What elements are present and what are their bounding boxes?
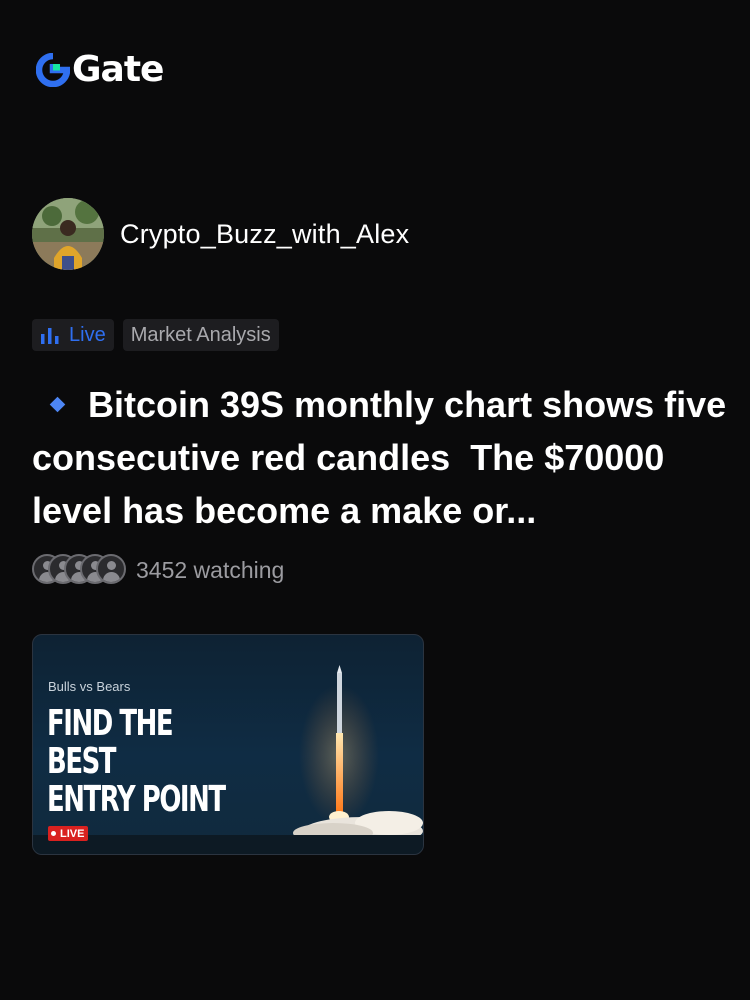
live-thumbnail[interactable]: Bulls vs Bears FIND THE BEST ENTRY POINT… <box>32 634 424 855</box>
live-badge: LIVE <box>48 826 89 841</box>
avatar-photo <box>32 198 104 270</box>
post-title-text: Bitcoin 39S monthly chart shows five con… <box>32 384 737 531</box>
thumbnail-headline: FIND THE BEST ENTRY POINT <box>47 705 234 819</box>
watching-row: 3452 watching <box>32 554 284 586</box>
avatar[interactable] <box>32 198 104 270</box>
diamond-icon <box>49 396 66 413</box>
viewer-avatar-icon <box>96 554 126 584</box>
category-tag-label: Market Analysis <box>130 323 271 346</box>
gate-logo-icon <box>36 53 70 87</box>
author-row[interactable]: Crypto_Buzz_with_Alex <box>32 198 409 270</box>
thumbnail-headline-line2: ENTRY POINT <box>47 779 226 820</box>
watching-count: 3452 watching <box>136 556 285 583</box>
post-page: Gate Crypto_Buzz_with_Alex Live Market A… <box>0 0 750 1000</box>
live-tag[interactable]: Live <box>32 319 114 351</box>
category-tag[interactable]: Market Analysis <box>122 319 279 351</box>
thumbnail-headline-line1: FIND THE BEST <box>47 703 174 782</box>
viewer-avatars <box>32 554 128 586</box>
thumbnail-subtitle: Bulls vs Bears <box>48 679 131 694</box>
live-tag-label: Live <box>69 323 106 346</box>
brand-name: Gate <box>72 49 164 90</box>
live-dot-icon <box>51 831 56 836</box>
tag-row: Live Market Analysis <box>32 319 279 351</box>
live-badge-label: LIVE <box>60 827 85 840</box>
gate-logo[interactable]: Gate <box>36 49 164 90</box>
author-name[interactable]: Crypto_Buzz_with_Alex <box>120 219 409 250</box>
bar-chart-icon <box>41 328 59 344</box>
post-title[interactable]: Bitcoin 39S monthly chart shows five con… <box>32 378 732 537</box>
